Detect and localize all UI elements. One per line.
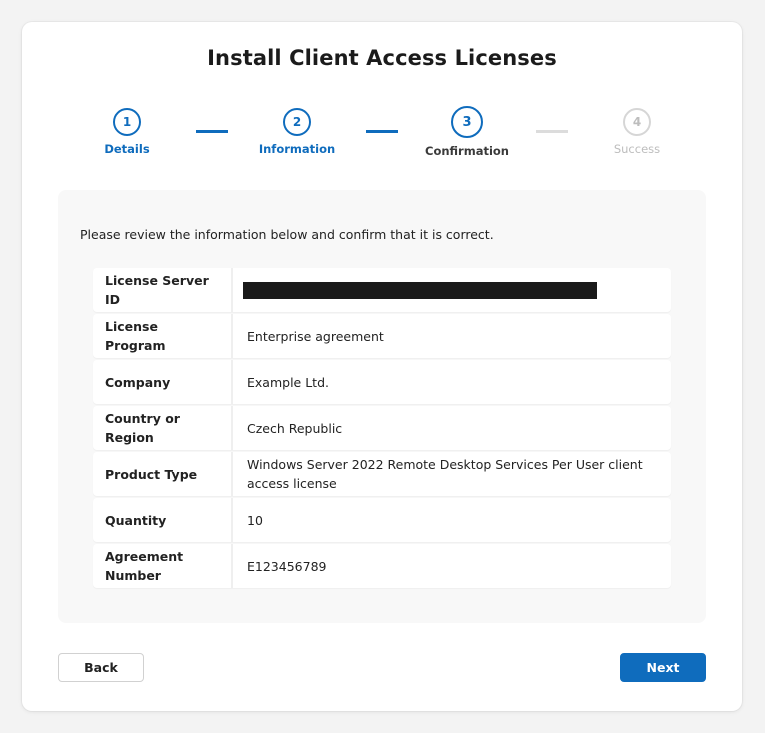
step-1-circle: 1: [113, 108, 141, 136]
row-key: License Server ID: [93, 268, 233, 312]
back-button[interactable]: Back: [58, 653, 144, 682]
row-key: Quantity: [93, 498, 233, 542]
step-2-circle: 2: [283, 108, 311, 136]
step-2-label: Information: [258, 142, 336, 156]
row-value: [233, 268, 671, 312]
row-value: Example Ltd.: [247, 374, 329, 390]
step-information: 2 Information: [242, 108, 352, 156]
table-row: Agreement Number E123456789: [93, 544, 671, 588]
row-key: License Program: [93, 314, 233, 358]
row-value: Enterprise agreement: [247, 328, 384, 344]
step-4-circle: 4: [623, 108, 651, 136]
table-row: Company Example Ltd.: [93, 360, 671, 404]
next-button[interactable]: Next: [620, 653, 706, 682]
table-row: License Server ID: [93, 268, 671, 312]
step-4-label: Success: [613, 142, 661, 156]
table-row: Quantity 10: [93, 498, 671, 542]
step-details: 1 Details: [72, 108, 182, 156]
step-confirmation: 3 Confirmation: [412, 106, 522, 158]
table-row: License Program Enterprise agreement: [93, 314, 671, 358]
step-connector-3: [536, 130, 568, 133]
redacted-license-server-id: [243, 281, 597, 299]
review-table: License Server ID License Program Enterp…: [93, 268, 671, 590]
review-instructions: Please review the information below and …: [80, 227, 494, 242]
dialog-title: Install Client Access Licenses: [207, 46, 557, 70]
row-key: Country or Region: [93, 406, 233, 450]
row-key: Company: [93, 360, 233, 404]
install-cal-dialog: Install Client Access Licenses 1 Details…: [22, 22, 742, 711]
step-success: 4 Success: [582, 108, 692, 156]
table-row: Product Type Windows Server 2022 Remote …: [93, 452, 671, 496]
row-value: Windows Server 2022 Remote Desktop Servi…: [247, 457, 643, 491]
row-value: Czech Republic: [247, 420, 343, 436]
row-value: E123456789: [247, 558, 327, 574]
row-key: Product Type: [93, 452, 233, 496]
step-connector-2: [366, 130, 398, 133]
step-connector-1: [196, 130, 228, 133]
row-value: 10: [247, 512, 263, 528]
step-3-label: Confirmation: [425, 144, 509, 158]
row-key: Agreement Number: [93, 544, 233, 588]
step-1-label: Details: [104, 142, 150, 156]
review-panel: Please review the information below and …: [58, 190, 706, 623]
table-row: Country or Region Czech Republic: [93, 406, 671, 450]
step-3-circle: 3: [451, 106, 483, 138]
